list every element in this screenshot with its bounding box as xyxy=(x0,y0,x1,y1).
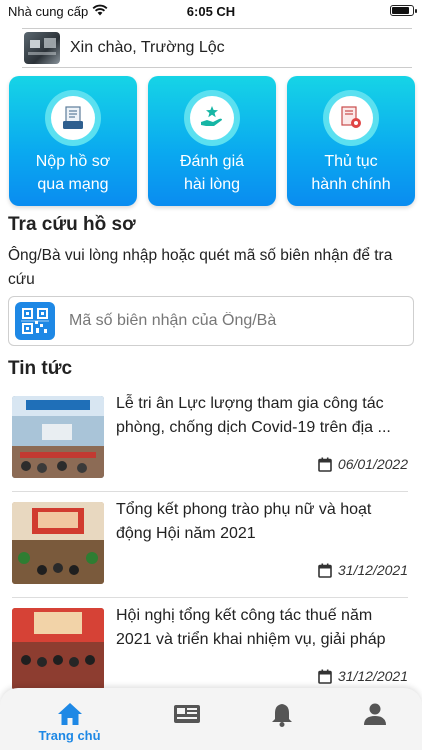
greeting-text: Xin chào, Trường Lộc xyxy=(70,39,225,56)
tab-news[interactable] xyxy=(134,688,239,750)
user-icon xyxy=(363,703,386,725)
qr-scan-button[interactable] xyxy=(15,302,55,340)
service-tile-procedures[interactable]: Thủ tục hành chính xyxy=(287,76,415,206)
news-icon xyxy=(173,705,200,723)
bell-icon xyxy=(271,704,292,727)
news-thumbnail xyxy=(12,396,104,478)
service-label: Đánh giá hài lòng xyxy=(179,153,245,193)
news-title: Hội nghị tổng kết công tác thuế năm 2021… xyxy=(116,607,386,648)
home-icon xyxy=(57,703,82,725)
tab-notifications[interactable] xyxy=(229,688,334,750)
news-title: Tổng kết phong trào phụ nữ và hoạt động … xyxy=(116,501,372,542)
service-tile-submit-online[interactable]: Nộp hồ sơ qua mạng xyxy=(9,76,137,206)
tab-home[interactable]: Trang chủ xyxy=(17,688,122,750)
tab-home-label: Trang chủ xyxy=(38,728,101,743)
hand-star-icon xyxy=(201,106,222,126)
status-bar: Nhà cung cấp 6:05 CH xyxy=(0,0,422,24)
greeting-bar: Xin chào, Trường Lộc xyxy=(22,28,412,68)
news-item[interactable]: Lễ tri ân Lực lượng tham gia công tác ph… xyxy=(12,388,408,492)
service-label: Nộp hồ sơ qua mạng xyxy=(35,153,111,193)
bottom-tab-bar: Trang chủ xyxy=(0,688,422,750)
service-tile-satisfaction[interactable]: Đánh giá hài lòng xyxy=(148,76,276,206)
calendar-icon xyxy=(318,563,332,578)
tab-profile[interactable] xyxy=(322,688,422,750)
receipt-search-box[interactable] xyxy=(8,296,414,346)
document-gear-icon xyxy=(341,106,361,128)
news-title: Lễ tri ân Lực lượng tham gia công tác ph… xyxy=(116,395,391,436)
lookup-description: Ông/Bà vui lòng nhập hoặc quét mã số biê… xyxy=(8,247,393,288)
news-date: 06/01/2022 xyxy=(318,456,408,472)
calendar-icon xyxy=(318,669,332,684)
news-date: 31/12/2021 xyxy=(318,562,408,578)
service-label: Thủ tục hành chính xyxy=(311,153,391,193)
lookup-heading: Tra cứu hồ sơ xyxy=(8,214,136,235)
news-date: 31/12/2021 xyxy=(318,668,408,684)
news-heading: Tin tức xyxy=(8,358,73,379)
news-thumbnail xyxy=(12,608,104,690)
clock: 6:05 CH xyxy=(186,4,236,19)
news-thumbnail xyxy=(12,502,104,584)
battery-icon xyxy=(390,5,417,16)
qr-code-icon xyxy=(21,308,49,334)
document-tray-icon xyxy=(63,106,83,129)
news-item[interactable]: Tổng kết phong trào phụ nữ và hoạt động … xyxy=(12,494,408,598)
receipt-number-input[interactable] xyxy=(69,309,399,333)
calendar-icon xyxy=(318,457,332,472)
avatar[interactable] xyxy=(24,32,60,64)
